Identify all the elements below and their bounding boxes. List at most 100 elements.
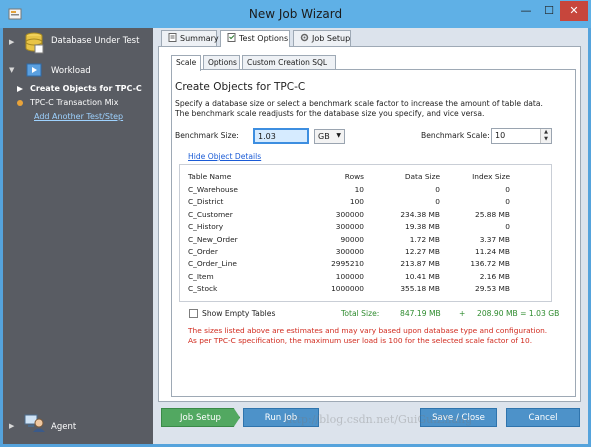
chevron-down-icon: ▼ [336,132,341,139]
sidebar-item-workload[interactable]: Workload [51,66,91,76]
show-empty-tables-checkbox[interactable] [189,309,198,318]
sidebar-item-database[interactable]: Database Under Test [51,36,139,46]
title-bar: New Job Wizard — ☐ ✕ [0,0,591,28]
cell-table-name: C_Customer [188,209,233,219]
cell-table-name: C_Order [188,247,218,256]
tab-job-setup[interactable]: Job Setup [293,30,351,46]
cell-index-size: 0 [505,197,510,207]
cell-index-size: 11.24 MB [475,247,510,256]
cell-index-size: 2.16 MB [479,271,510,281]
cell-table-name: C_Stock [188,284,218,294]
test-options-icon [227,33,236,42]
size-unit-value: GB [318,132,330,141]
expand-arrow-icon[interactable]: ▶ [9,38,14,46]
cell-rows: 10 [354,185,364,194]
summary-icon [168,33,177,42]
cell-rows: 1000000 [331,284,364,294]
size-unit-select[interactable]: GB ▼ [314,129,345,144]
wizard-client-area: ▶ Database Under Test ▼ Workload Create … [3,28,588,444]
workload-icon [26,63,42,77]
cell-data-size: 0 [435,185,440,194]
table-row[interactable]: C_New_Order 90000 1.72 MB 3.37 MB [180,235,551,247]
job-setup-icon [300,33,309,42]
estimate-note: The sizes listed above are estimates and… [188,326,548,335]
object-details-table[interactable]: Table Name Rows Data Size Index Size C_W… [179,164,552,302]
minimize-button[interactable]: — [515,1,537,21]
maximize-button[interactable]: ☐ [538,1,560,21]
section-title: Create Objects for TPC-C [175,81,306,93]
cell-data-size: 12.27 MB [405,247,440,256]
tab-test-options[interactable]: Test Options [220,30,290,47]
spinner-arrows-icon[interactable]: ▲ ▼ [540,129,551,143]
column-header-index-size: Index Size [472,172,510,181]
plus-sign: + [459,309,466,318]
table-row[interactable]: C_Warehouse 10 0 0 [180,185,551,197]
tab-label: Summary [180,34,219,43]
table-row[interactable]: C_History 300000 19.38 MB 0 [180,222,551,234]
column-header-table-name: Table Name [188,172,232,181]
cell-index-size: 3.37 MB [479,234,510,244]
cell-index-size: 0 [505,222,510,232]
cell-rows: 300000 [335,209,364,219]
cell-data-size: 1.72 MB [409,234,440,244]
tab-summary[interactable]: Summary [161,30,219,46]
cell-index-size: 29.53 MB [475,284,510,294]
cell-table-name: C_Item [188,271,214,281]
watermark: http://blog.csdn.net/GuiGuiZhang [285,413,473,426]
tab-label: Job Setup [312,34,351,43]
cell-index-size: 25.88 MB [475,209,510,219]
cancel-button[interactable]: Cancel [506,408,580,427]
cell-table-name: C_Warehouse [188,185,238,194]
cell-table-name: C_Order_Line [188,259,237,269]
benchmark-size-input[interactable]: 1.03 [253,128,309,144]
show-empty-tables-label: Show Empty Tables [202,309,276,318]
tab-options[interactable]: Options [203,55,240,70]
total-size-label: Total Size: [341,309,380,318]
table-row[interactable]: C_Customer 300000 234.38 MB 25.88 MB [180,210,551,222]
add-test-link[interactable]: Add Another Test/Step [34,112,123,121]
cell-data-size: 0 [435,197,440,207]
cell-data-size: 213.87 MB [400,259,440,269]
expand-arrow-icon[interactable]: ▶ [9,422,14,430]
collapse-arrow-icon[interactable]: ▼ [9,66,14,74]
wizard-sidebar: ▶ Database Under Test ▼ Workload Create … [3,28,153,444]
close-button[interactable]: ✕ [560,1,588,21]
cell-rows: 100000 [335,271,364,281]
wizard-main-panel: Summary Test Options Job Setup Scale Opt… [153,28,588,444]
sidebar-item-agent[interactable]: Agent [51,422,76,432]
cell-index-size: 136.72 MB [470,259,510,269]
benchmark-scale-spinner[interactable]: 10 ▲ ▼ [491,128,552,144]
cell-index-size: 0 [505,185,510,194]
step-icon [17,100,23,106]
hide-object-details-link[interactable]: Hide Object Details [188,152,261,161]
sidebar-item-create-objects[interactable]: Create Objects for TPC-C [30,84,142,93]
cell-rows: 100 [349,197,364,207]
table-row[interactable]: C_Item 100000 10.41 MB 2.16 MB [180,272,551,284]
benchmark-size-label: Benchmark Size: [175,131,239,140]
table-row[interactable]: C_Order 300000 12.27 MB 11.24 MB [180,247,551,259]
tab-label: Test Options [239,34,289,43]
cell-rows: 300000 [335,247,364,256]
job-setup-button[interactable]: Job Setup [161,408,240,427]
column-header-rows: Rows [344,172,364,181]
cell-rows: 300000 [335,222,364,232]
database-icon [25,32,44,54]
cell-data-size: 355.18 MB [400,284,440,294]
table-row[interactable]: C_Order_Line 2995210 213.87 MB 136.72 MB [180,259,551,271]
cell-table-name: C_District [188,197,224,207]
cell-table-name: C_New_Order [188,234,238,244]
cell-rows: 2995210 [331,259,364,269]
table-row[interactable]: C_Stock 1000000 355.18 MB 29.53 MB [180,284,551,296]
data-size-total: 847.19 MB [400,309,441,318]
cell-table-name: C_History [188,222,224,232]
user-load-note: As per TPC-C specification, the maximum … [188,336,533,345]
column-header-data-size: Data Size [404,172,440,181]
sidebar-item-transaction-mix[interactable]: TPC-C Transaction Mix [30,98,118,107]
cell-data-size: 10.41 MB [405,271,440,281]
benchmark-scale-value: 10 [495,131,506,140]
tab-scale[interactable]: Scale [171,55,201,71]
tab-custom-creation-sql[interactable]: Custom Creation SQL [242,55,336,70]
cell-data-size: 19.38 MB [405,222,440,232]
table-row[interactable]: C_District 100 0 0 [180,197,551,209]
cell-data-size: 234.38 MB [400,209,440,219]
